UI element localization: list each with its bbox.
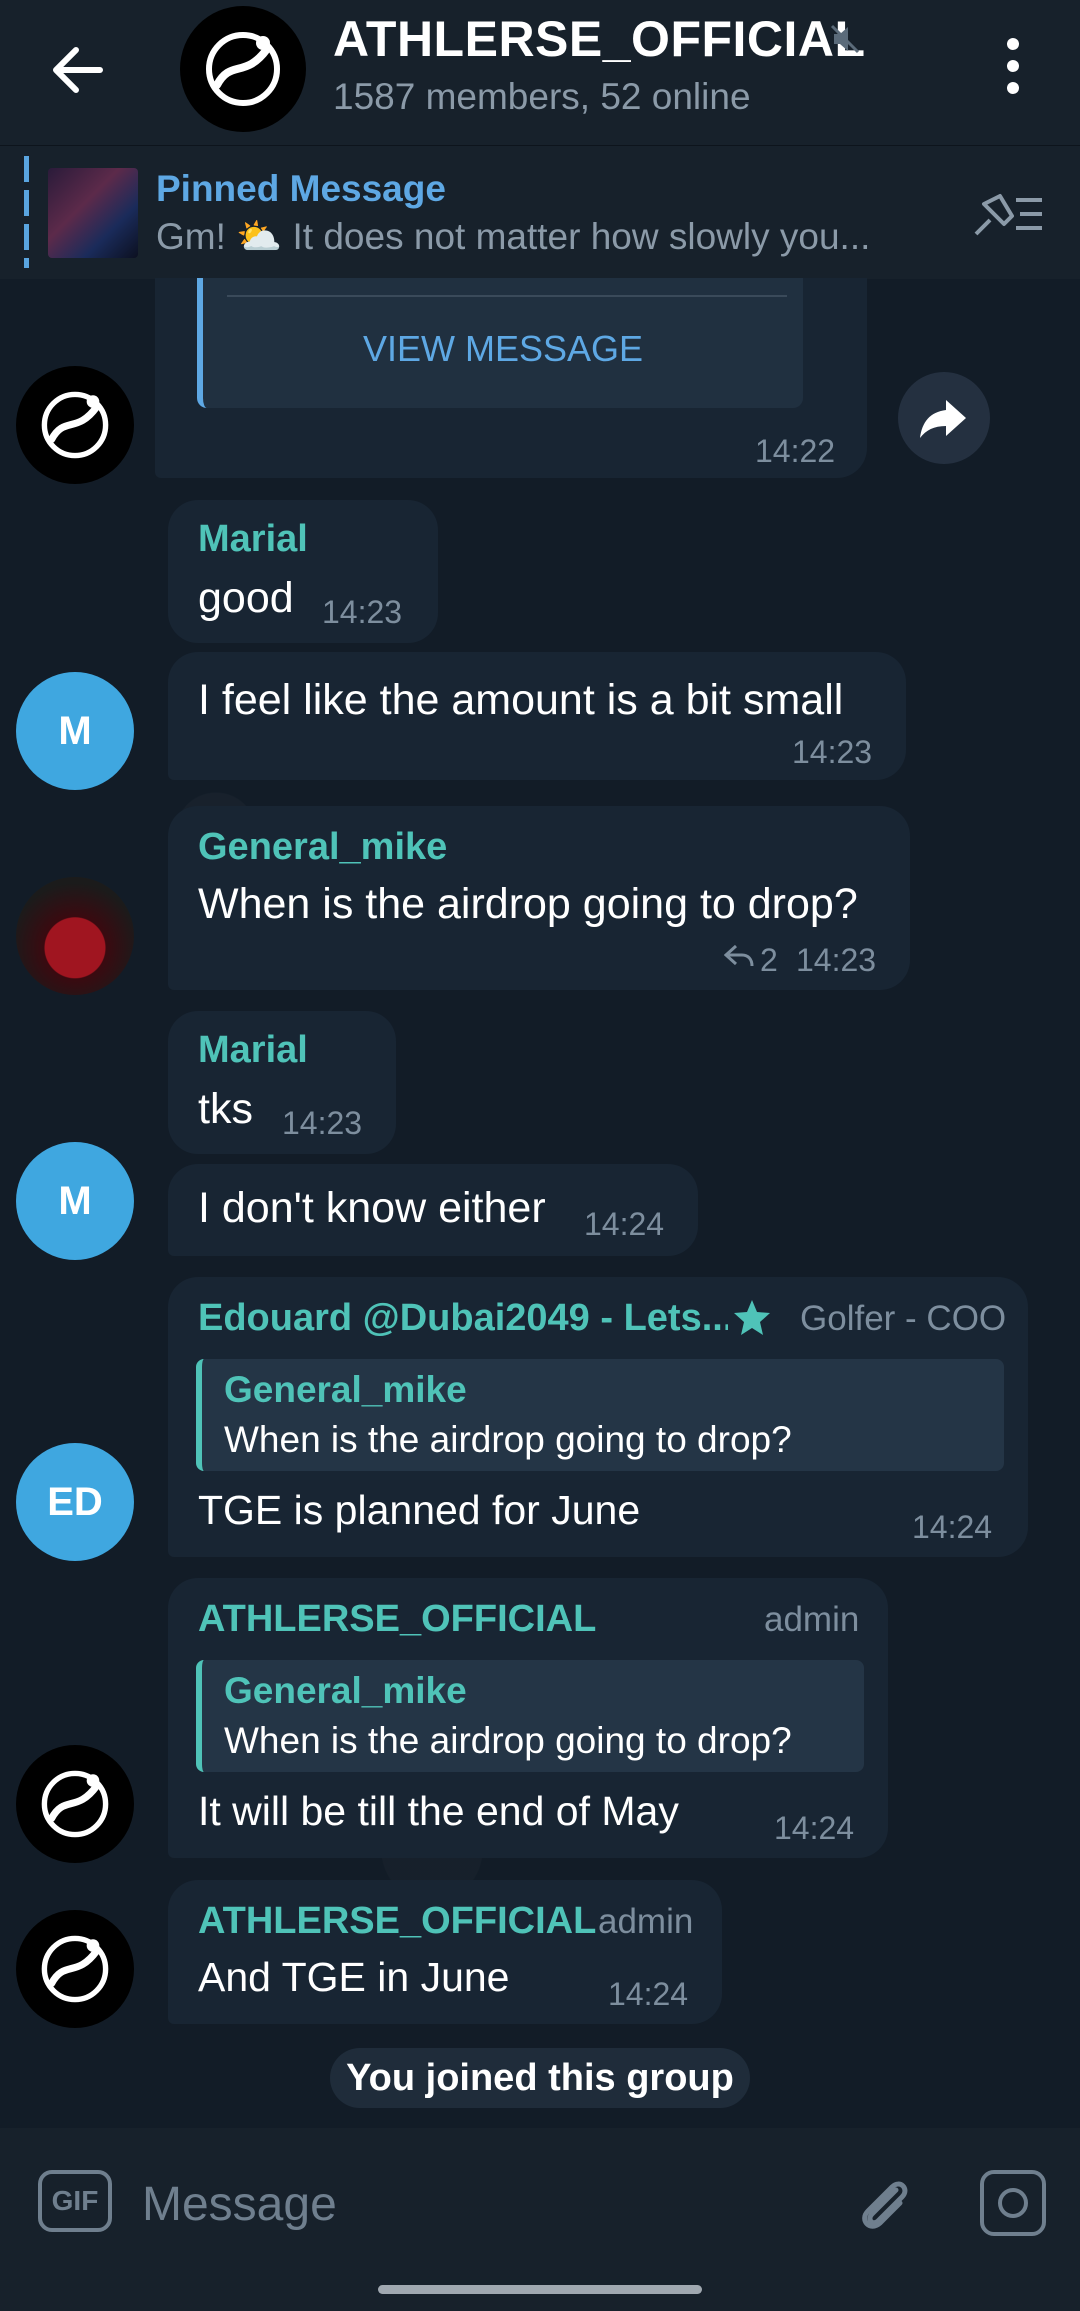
message-bubble[interactable]: I don't know either 14:24 (168, 1164, 698, 1256)
reply-icon (724, 944, 754, 967)
athlerse-logo-icon (41, 1770, 109, 1838)
avatar[interactable] (16, 1745, 134, 1863)
message-composer: GIF (0, 2128, 1080, 2311)
message-bubble[interactable]: I feel like the amount is a bit small 14… (168, 652, 906, 780)
message-time: 14:23 (322, 594, 403, 630)
quote-sender: General_mike (224, 1369, 467, 1410)
forward-button[interactable] (898, 372, 990, 464)
message-text: TGE is planned for June (198, 1487, 641, 1533)
group-avatar[interactable] (180, 6, 306, 132)
message-time: 14:23 (792, 734, 873, 770)
athlerse-logo-icon (41, 1935, 109, 2003)
sender-name[interactable]: Edouard @Dubai2049 - Lets... (198, 1297, 728, 1340)
message-text: I don't know either (198, 1184, 546, 1232)
pinned-title: Pinned Message (156, 168, 446, 209)
home-indicator (378, 2285, 702, 2294)
back-arrow-icon[interactable] (40, 32, 116, 108)
reply-quote[interactable]: General_mike When is the airdrop going t… (196, 1660, 864, 1772)
gif-button[interactable]: GIF (38, 2170, 112, 2232)
star-icon (734, 1300, 770, 1335)
message-time: 14:24 (912, 1509, 993, 1545)
message-bubble[interactable]: Marial good 14:23 (168, 500, 438, 643)
message-bubble[interactable]: ATHLERSE_OFFICIAL admin And TGE in June … (168, 1880, 722, 2024)
message-bubble[interactable]: ATHLERSE_OFFICIAL admin General_mike Whe… (168, 1578, 888, 1858)
quote-text: When is the airdrop going to drop? (224, 1720, 792, 1761)
message-bubble[interactable]: VIEW MESSAGE 14:22 (155, 278, 867, 478)
group-member-status: 1587 members, 52 online (333, 76, 751, 117)
pinned-preview: Gm! ⛅ It does not matter how slowly you.… (156, 216, 871, 257)
chat-header: ATHLERSE_OFFICIAL 1587 members, 52 onlin… (0, 0, 1080, 145)
avatar[interactable]: M (16, 1142, 134, 1260)
admin-badge: admin (764, 1600, 860, 1639)
message-text: It will be till the end of May (198, 1788, 679, 1834)
reply-count[interactable]: 2 (760, 942, 778, 979)
message-time: 14:23 (282, 1105, 363, 1141)
sender-name[interactable]: General_mike (198, 826, 447, 869)
member-title: Golfer - COO (800, 1299, 1007, 1338)
avatar[interactable]: ED (16, 1443, 134, 1561)
pinned-thumbnail (48, 168, 138, 258)
quote-text: When is the airdrop going to drop? (224, 1419, 792, 1460)
message-time: 14:24 (608, 1976, 689, 2012)
avatar[interactable]: M (16, 672, 134, 790)
message-text: When is the airdrop going to drop? (198, 880, 858, 928)
athlerse-logo-icon (206, 32, 280, 106)
message-bubble[interactable]: Edouard @Dubai2049 - Lets... Golfer - CO… (168, 1277, 1028, 1557)
message-time: 14:24 (584, 1206, 665, 1242)
avatar[interactable] (16, 1910, 134, 2028)
message-time: 14:24 (774, 1810, 855, 1846)
sender-name[interactable]: ATHLERSE_OFFICIAL (198, 1598, 596, 1641)
view-message-button[interactable]: VIEW MESSAGE (203, 328, 803, 370)
sender-name[interactable]: Marial (198, 1029, 308, 1072)
paperclip-icon[interactable] (848, 2168, 920, 2240)
linked-preview: VIEW MESSAGE (197, 278, 803, 408)
message-text: I feel like the amount is a bit small (198, 676, 844, 724)
admin-badge: admin (598, 1902, 694, 1941)
system-message: You joined this group (330, 2048, 750, 2108)
message-text: good (198, 574, 294, 622)
message-text: tks (198, 1085, 253, 1133)
athlerse-logo-icon (41, 391, 109, 459)
message-input[interactable] (140, 2168, 824, 2240)
quote-sender: General_mike (224, 1670, 467, 1711)
message-bubble[interactable]: General_mike When is the airdrop going t… (168, 806, 910, 990)
message-bubble[interactable]: Marial tks 14:23 (168, 1011, 396, 1154)
divider (227, 295, 787, 297)
share-icon (920, 400, 966, 438)
avatar[interactable] (16, 877, 134, 995)
muted-icon (830, 24, 860, 54)
pinned-list-icon[interactable] (970, 186, 1046, 242)
group-title[interactable]: ATHLERSE_OFFICIAL (333, 10, 866, 68)
camera-icon[interactable] (980, 2170, 1046, 2236)
pinned-message-bar[interactable]: Pinned Message Gm! ⛅ It does not matter … (0, 145, 1080, 279)
reply-quote[interactable]: General_mike When is the airdrop going t… (196, 1359, 1004, 1471)
sender-name[interactable]: Marial (198, 518, 308, 561)
message-time: 14:23 (796, 942, 877, 978)
more-options-icon[interactable] (995, 34, 1031, 98)
message-text: And TGE in June (198, 1954, 510, 2000)
avatar[interactable] (16, 366, 134, 484)
pinned-indicator (24, 156, 29, 268)
message-time: 14:22 (755, 433, 836, 469)
sender-name[interactable]: ATHLERSE_OFFICIAL (198, 1900, 596, 1943)
